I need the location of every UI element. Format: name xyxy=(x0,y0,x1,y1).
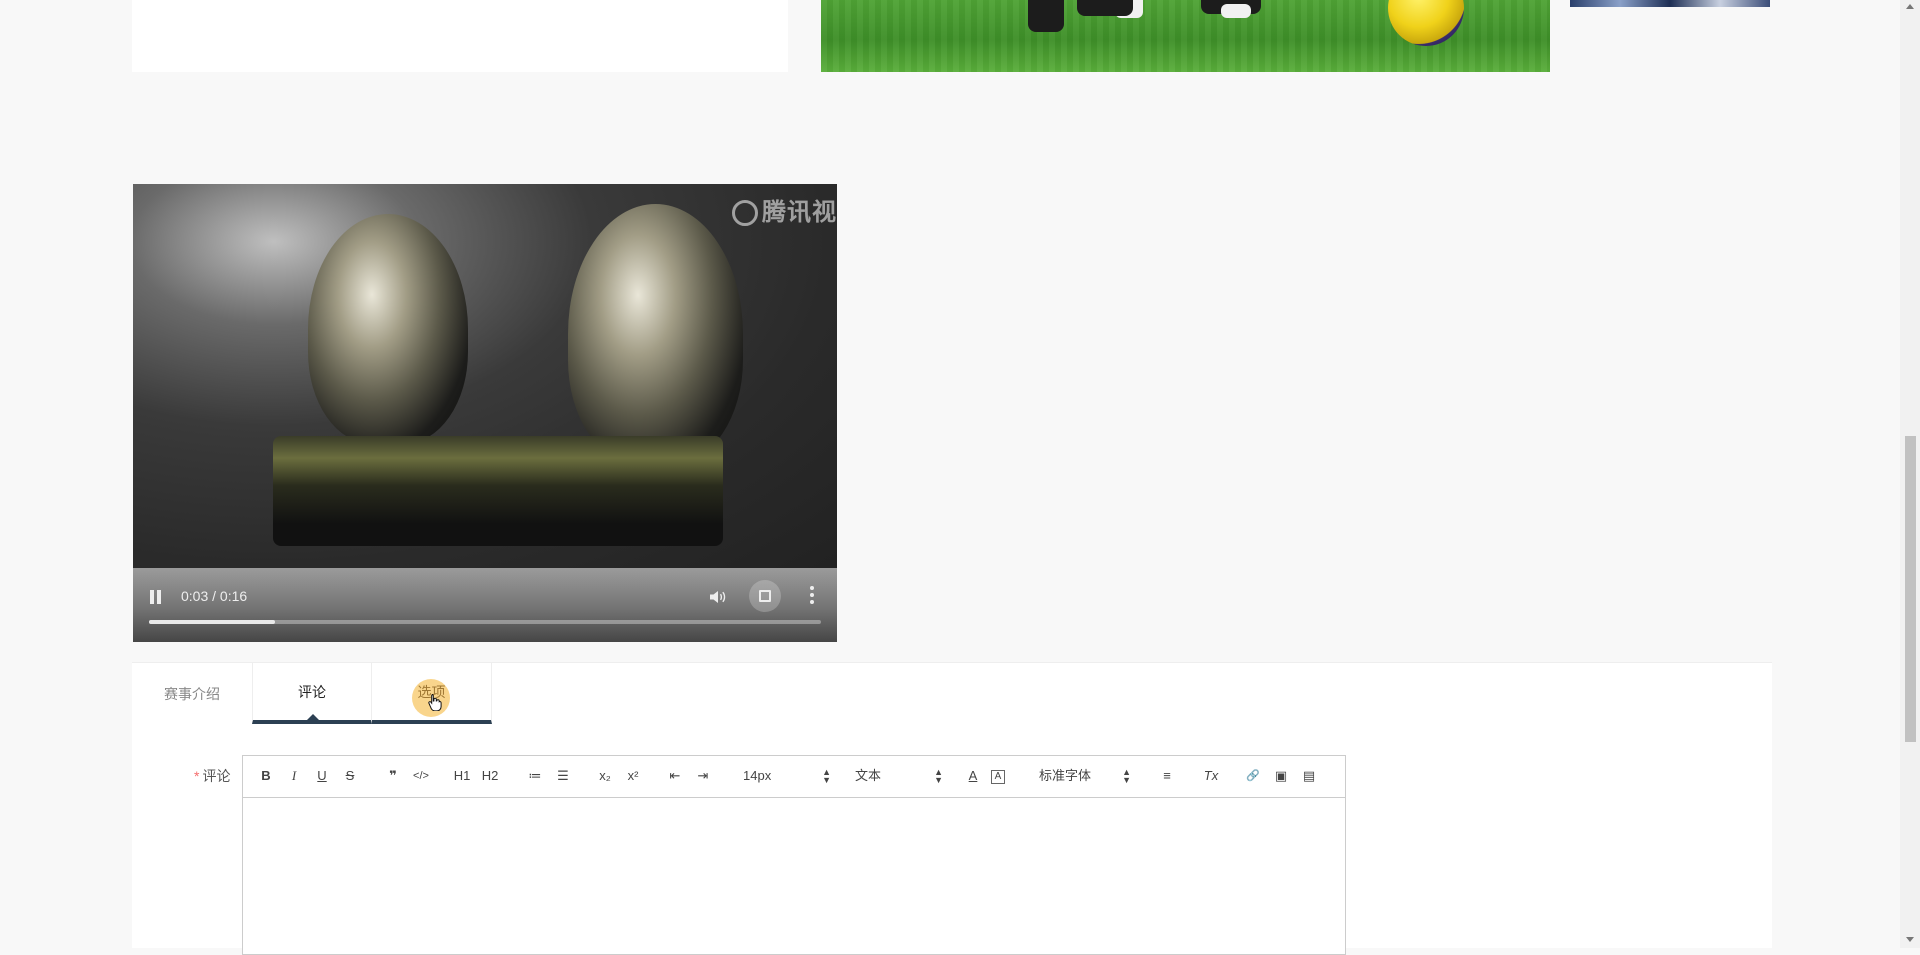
scroll-up-icon[interactable] xyxy=(1906,4,1914,9)
superscript-icon[interactable]: x² xyxy=(623,766,643,786)
fullscreen-button[interactable] xyxy=(749,580,781,612)
align-icon[interactable]: ≡ xyxy=(1157,766,1177,786)
select-arrows-icon: ▲ ▼ xyxy=(934,767,943,785)
font-color-icon[interactable]: A xyxy=(963,766,983,786)
code-block-icon[interactable]: </> xyxy=(411,766,431,786)
heading2-icon[interactable]: H2 xyxy=(480,766,500,786)
bullet-list-icon[interactable]: ☰ xyxy=(553,766,573,786)
rich-text-editor: B I U S ❞ </> H1 H2 ≔ ☰ x₂ x² ⇤ ⇥ 14px ▲ ▼… xyxy=(242,755,1346,955)
tabs-bar: 赛事介绍 评论 选项 xyxy=(132,662,1772,725)
subscript-icon[interactable]: x₂ xyxy=(595,766,615,786)
outdent-icon[interactable]: ⇤ xyxy=(665,766,685,786)
required-mark: * xyxy=(194,768,200,784)
progress-bar[interactable] xyxy=(149,620,821,624)
strikethrough-icon[interactable]: S xyxy=(340,766,360,786)
fullscreen-icon xyxy=(759,590,771,602)
scroll-down-icon[interactable] xyxy=(1906,937,1914,942)
ordered-list-icon[interactable]: ≔ xyxy=(525,766,545,786)
scrollbar-thumb[interactable] xyxy=(1905,436,1916,742)
active-tab-caret xyxy=(307,714,319,720)
watermark-text: 腾讯视 xyxy=(762,199,837,226)
progress-fill xyxy=(149,620,275,624)
video-watermark: 腾讯视 xyxy=(732,192,837,227)
tab-comments[interactable]: 评论 xyxy=(252,663,372,724)
editor-toolbar: B I U S ❞ </> H1 H2 ≔ ☰ x₂ x² ⇤ ⇥ 14px ▲ ▼… xyxy=(243,756,1345,798)
tab-label: 评论 xyxy=(298,683,326,700)
blockquote-icon[interactable]: ❞ xyxy=(383,766,403,786)
font-size-select[interactable]: 14px ▲ ▼ xyxy=(743,766,831,786)
page-scrollbar[interactable] xyxy=(1900,0,1920,948)
font-size-value: 14px xyxy=(743,768,772,783)
select-arrows-icon: ▲ ▼ xyxy=(822,767,831,785)
image-icon[interactable]: ▣ xyxy=(1271,766,1291,786)
video-controls: 0:03 / 0:16 xyxy=(133,568,837,642)
more-options-icon[interactable] xyxy=(810,586,814,606)
editor-content-area[interactable] xyxy=(243,797,1345,955)
video-player[interactable]: 腾讯视 0:03 / 0:16 xyxy=(133,184,837,642)
video-frame[interactable]: 腾讯视 xyxy=(133,184,837,568)
tab-options[interactable]: 选项 xyxy=(372,663,492,724)
header-value: 文本 xyxy=(855,768,882,783)
font-family-value: 标准字体 xyxy=(1039,768,1092,783)
bold-icon[interactable]: B xyxy=(256,766,276,786)
pause-icon[interactable] xyxy=(149,590,163,604)
comment-label-text: 评论 xyxy=(202,768,231,784)
hand-pointer-icon xyxy=(428,694,442,711)
font-family-select[interactable]: 标准字体 ▲ ▼ xyxy=(1039,766,1131,786)
tencent-video-logo-icon xyxy=(732,200,758,226)
header-select[interactable]: 文本 ▲ ▼ xyxy=(855,766,943,786)
video-icon[interactable]: ▤ xyxy=(1299,766,1319,786)
comment-label: * 评论 xyxy=(194,766,230,786)
italic-icon[interactable]: I xyxy=(284,766,304,786)
thumbnail-image[interactable] xyxy=(1570,0,1770,7)
heading1-icon[interactable]: H1 xyxy=(452,766,472,786)
background-color-icon[interactable]: A xyxy=(991,770,1005,784)
volume-icon[interactable] xyxy=(709,590,727,604)
underline-icon[interactable]: U xyxy=(312,766,332,786)
indent-icon[interactable]: ⇥ xyxy=(693,766,713,786)
tab-label: 赛事介绍 xyxy=(164,685,220,702)
comment-form: * 评论 B I U S ❞ </> H1 H2 ≔ ☰ x₂ x² ⇤ ⇥ 14… xyxy=(132,724,1772,955)
link-icon[interactable]: 🔗 xyxy=(1243,766,1263,786)
article-card xyxy=(132,0,788,72)
clear-format-icon[interactable]: Tx xyxy=(1201,766,1221,786)
tab-event-intro[interactable]: 赛事介绍 xyxy=(132,663,252,724)
time-display: 0:03 / 0:16 xyxy=(181,588,248,604)
select-arrows-icon: ▲ ▼ xyxy=(1122,767,1131,785)
